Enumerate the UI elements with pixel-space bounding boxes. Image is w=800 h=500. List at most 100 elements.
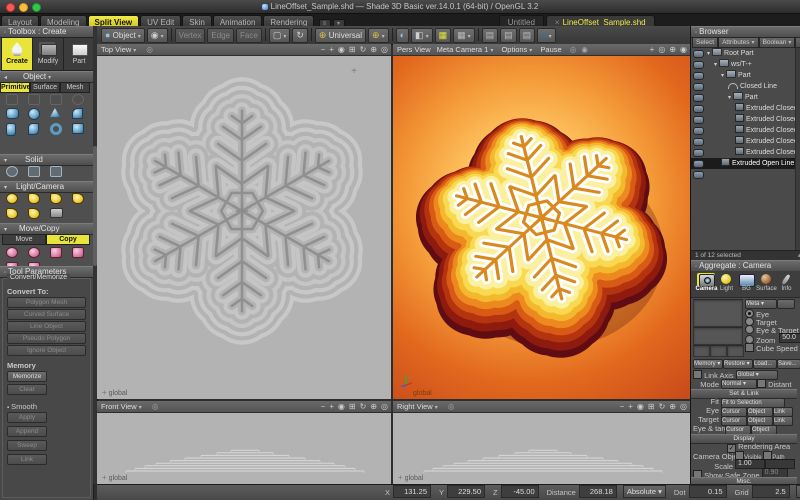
camera-icon[interactable]: ◉ xyxy=(338,402,346,411)
coordinate-mode-dropdown[interactable]: Absolute ▾ xyxy=(623,485,666,498)
render-toggle[interactable] xyxy=(693,50,704,58)
mode-dropdown[interactable]: Normal ▾ xyxy=(721,379,757,389)
cone-icon[interactable] xyxy=(48,107,64,120)
camera-select-dropdown[interactable]: Meta Camera 1▾ xyxy=(437,45,494,54)
render-toggle[interactable] xyxy=(693,138,704,146)
oblique-cylinder-icon[interactable] xyxy=(26,122,42,135)
render-toggle[interactable] xyxy=(693,127,704,135)
checkbox[interactable] xyxy=(693,370,702,379)
grid-button[interactable]: ▦▾ xyxy=(453,28,475,43)
wedge-icon[interactable] xyxy=(70,107,86,120)
rect-icon[interactable] xyxy=(48,93,64,106)
revolve-icon[interactable] xyxy=(26,93,42,106)
torus-icon[interactable] xyxy=(48,122,64,135)
smooth-label[interactable]: ▪Smooth xyxy=(7,402,90,411)
camera-icon[interactable]: ◉ xyxy=(637,402,645,411)
restore-dropdown[interactable]: Restore ▾ xyxy=(723,359,753,369)
world-coords-button[interactable]: ◐ xyxy=(396,28,409,43)
pers-viewport[interactable]: Pers ViewMeta Camera 1▾ Options▾ Pause ◎… xyxy=(393,44,690,399)
browser-scrollbar[interactable] xyxy=(795,48,800,250)
point-light-icon[interactable] xyxy=(4,192,20,205)
render-preview-icon[interactable]: ◎ xyxy=(381,45,389,54)
save-button[interactable]: Save... xyxy=(777,359,800,369)
tree-row[interactable]: Extruded Open Line xyxy=(691,158,795,169)
type-tab-primitive[interactable]: Primitive xyxy=(0,82,30,93)
tree-row[interactable]: ▾Part xyxy=(691,70,795,81)
pers-view-header[interactable]: Pers ViewMeta Camera 1▾ Options▾ Pause ◎… xyxy=(393,44,690,56)
render-toggle[interactable] xyxy=(693,72,704,80)
rotate-sphere-icon[interactable] xyxy=(26,246,42,259)
meta-dropdown[interactable]: Meta ▾ xyxy=(745,299,777,309)
area-light-icon[interactable] xyxy=(26,207,42,220)
browser-tab-find[interactable]: Find xyxy=(795,37,800,48)
tree-row[interactable]: Closed Line xyxy=(691,81,795,92)
path-light-icon[interactable] xyxy=(4,207,20,220)
type-tab-surface[interactable]: Surface xyxy=(30,82,60,93)
radio-eye-target[interactable] xyxy=(745,325,754,334)
camera-icon[interactable]: ◉ xyxy=(338,45,346,54)
status-value-y[interactable]: 229.50 xyxy=(447,485,485,498)
keypad-1-button[interactable]: ▤ xyxy=(482,28,499,43)
distant-light-icon[interactable] xyxy=(70,192,86,205)
keypad-3-button[interactable]: ▤ xyxy=(519,28,536,43)
toolbox-tab-modify[interactable]: Modify xyxy=(32,37,64,71)
zoom-in-icon[interactable]: + xyxy=(329,45,335,54)
browser-tab-boolean[interactable]: Boolean▾ xyxy=(759,37,796,48)
render-toggle[interactable] xyxy=(693,149,704,157)
wire-sphere-icon[interactable] xyxy=(4,165,20,178)
stack-blocks-icon[interactable] xyxy=(70,246,86,259)
camera-mode-button[interactable]: ◉▾ xyxy=(147,28,168,43)
tree-row[interactable]: ▾Part xyxy=(691,92,795,103)
render-toggle[interactable] xyxy=(693,160,704,168)
right-view-header[interactable]: Right View▾ ◎ −+◉⊞↻⊕◎ xyxy=(393,401,690,413)
spot-light-icon[interactable] xyxy=(26,192,42,205)
top-view-header[interactable]: Top View▾ ◎ −+◉⊞↻⊕◎ xyxy=(97,44,391,56)
manipulator-button[interactable]: ⊕▾ xyxy=(368,28,389,43)
load-button[interactable]: Load... xyxy=(753,359,777,369)
arc-icon[interactable] xyxy=(48,165,64,178)
expand-icon[interactable]: ▾ xyxy=(707,51,710,57)
l-blocks-icon[interactable] xyxy=(48,246,64,259)
spot-light-2-icon[interactable] xyxy=(48,192,64,205)
camera-trackpad[interactable] xyxy=(693,345,710,357)
orbit-icon[interactable]: ↻ xyxy=(360,45,368,54)
expand-icon[interactable]: ▾ xyxy=(714,62,717,68)
unit-dropdown[interactable]: mm ▾ xyxy=(796,485,800,498)
status-value-grid[interactable]: 2.5 xyxy=(752,485,790,498)
magnify-icon[interactable]: ⊕ xyxy=(370,45,378,54)
magnify-icon[interactable] xyxy=(4,246,20,259)
memory-dropdown[interactable]: Memory ▾ xyxy=(693,359,723,369)
magnify-icon[interactable]: ⊕ xyxy=(669,45,677,54)
mirror-button[interactable]: ◧▾ xyxy=(411,28,433,43)
camera-trackpad[interactable] xyxy=(693,327,743,345)
zoom-out-icon[interactable]: − xyxy=(321,402,327,411)
render-toggle[interactable] xyxy=(693,83,704,91)
move-copy-tab-move[interactable]: Move xyxy=(2,234,46,245)
top-viewport[interactable]: Top View▾ ◎ −+◉⊞↻⊕◎ + +global xyxy=(97,44,391,399)
pause-button[interactable]: Pause xyxy=(540,45,561,54)
camera-trackpad[interactable] xyxy=(710,345,727,357)
type-tab-mesh[interactable]: Mesh xyxy=(60,82,90,93)
render-toggle[interactable] xyxy=(693,105,704,113)
render-toggle[interactable] xyxy=(693,94,704,102)
zoom-in-icon[interactable]: + xyxy=(329,402,335,411)
grid-snap-button[interactable]: ▦ xyxy=(435,28,452,43)
toolbox-tab-part[interactable]: Part xyxy=(63,37,95,71)
front-viewport[interactable]: Front View▾ ◎ −+◉⊞↻⊕◎ +global xyxy=(97,401,391,484)
right-viewport[interactable]: Right View▾ ◎ −+◉⊞↻⊕◎ +global xyxy=(393,401,690,484)
magnify-icon[interactable]: ⊕ xyxy=(669,402,677,411)
zoom-out-icon[interactable]: − xyxy=(321,45,327,54)
pan-icon[interactable]: ⊞ xyxy=(648,402,656,411)
aggregate-tab-info[interactable]: Info xyxy=(777,273,796,294)
render-icon[interactable]: ◉ xyxy=(581,45,588,54)
memorize-button[interactable]: Memorize xyxy=(7,371,47,382)
expand-icon[interactable]: ▾ xyxy=(728,95,731,101)
checkbox[interactable] xyxy=(745,343,754,352)
browser-tab-select[interactable]: Select xyxy=(692,37,718,48)
expand-icon[interactable]: ▾ xyxy=(721,73,724,79)
render-toggle[interactable] xyxy=(693,171,704,179)
tree-row[interactable]: ▾Root Part xyxy=(691,48,795,59)
zoom-in-icon[interactable]: + xyxy=(650,45,656,54)
select-region-button[interactable]: ▢▾ xyxy=(269,28,291,43)
status-value-x[interactable]: 131.25 xyxy=(393,485,431,498)
